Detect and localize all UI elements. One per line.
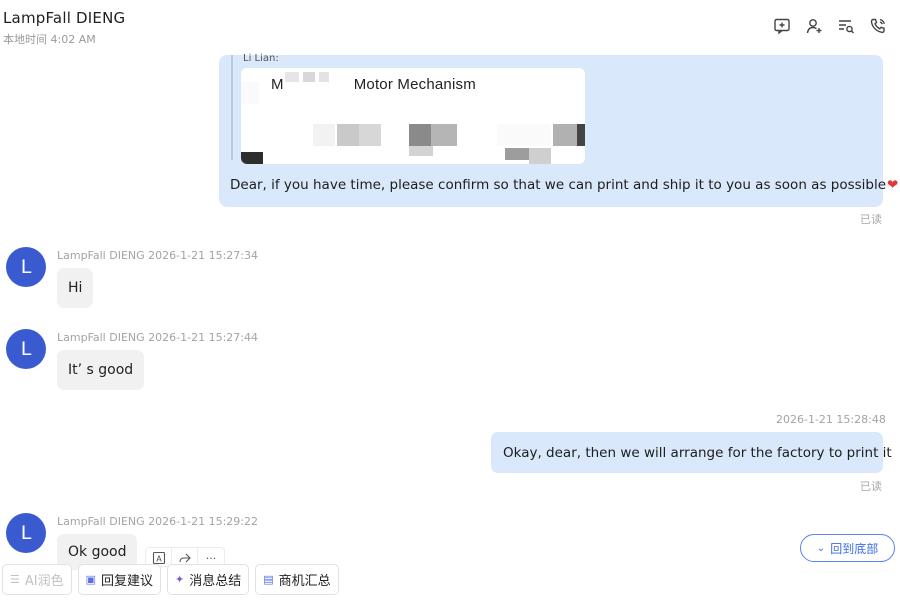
back-to-bottom-button[interactable]: ⌄ 回到底部 [800, 534, 895, 562]
quoted-image-card[interactable]: M Motor Mechanism [241, 68, 585, 164]
quoted-message-text: Dear, if you have time, please confirm s… [230, 177, 898, 193]
pixel-block [285, 72, 299, 82]
quoted-message-body: Dear, if you have time, please confirm s… [230, 177, 887, 193]
message-meta: LampFall DIENG 2026-1-21 15:27:44 [57, 331, 258, 344]
message-time: 2026-1-21 15:28:48 [776, 413, 886, 426]
ai-polish-button[interactable]: ☰ AI润色 [2, 564, 72, 595]
business-summary-button[interactable]: ▤ 商机汇总 [255, 564, 339, 595]
local-time: 本地时间 4:02 AM [3, 33, 96, 46]
message-summary-label: 消息总结 [189, 574, 242, 589]
quote-bar [231, 55, 233, 160]
reply-suggestion-button[interactable]: ▣ 回复建议 [77, 564, 162, 595]
back-to-bottom-label: 回到底部 [830, 541, 879, 556]
heart-emoji-icon: ❤ [887, 177, 899, 193]
pixel-block [505, 148, 529, 160]
new-message-icon[interactable] [772, 16, 792, 36]
sparkle-icon: ✦ [175, 573, 185, 586]
business-summary-label: 商机汇总 [278, 574, 331, 589]
avatar[interactable]: L [6, 329, 46, 369]
chevron-down-icon: ⌄ [816, 542, 826, 554]
sender-name: LampFall DIENG [57, 249, 145, 262]
message-time: 2026-1-21 15:29:22 [148, 515, 258, 528]
read-status: 已读 [860, 213, 882, 226]
message-summary-button[interactable]: ✦ 消息总结 [167, 564, 250, 595]
pixel-block [241, 82, 259, 104]
outgoing-message-bubble[interactable]: Okay, dear, then we will arrange for the… [491, 432, 892, 473]
title-prefix: M [271, 76, 284, 93]
chat-window: LampFall DIENG 本地时间 4:02 AM Li Lian: M Mo… [0, 0, 900, 600]
reply-suggest-icon: ▣ [85, 573, 97, 586]
avatar[interactable]: L [6, 513, 46, 553]
chat-header: LampFall DIENG 本地时间 4:02 AM [0, 0, 900, 52]
contact-name[interactable]: LampFall DIENG [3, 9, 125, 27]
header-actions [772, 16, 888, 36]
assistant-toolbar: ☰ AI润色 ▣ 回复建议 ✦ 消息总结 ▤ 商机汇总 [2, 564, 339, 596]
pixel-block [497, 124, 551, 146]
incoming-message-bubble[interactable]: Hi [57, 268, 94, 308]
pixel-block [431, 124, 457, 146]
pixel-block [313, 124, 335, 146]
message-time: 2026-1-21 15:27:34 [148, 249, 258, 262]
sender-name: LampFall DIENG [57, 515, 145, 528]
read-status: 已读 [860, 480, 882, 493]
pixel-block [553, 124, 577, 146]
avatar[interactable]: L [6, 247, 46, 287]
pixel-block [337, 124, 359, 146]
title-main: Motor Mechanism [353, 76, 476, 93]
lines-icon: ☰ [10, 573, 20, 586]
pixel-block [529, 148, 551, 164]
ai-polish-label: AI润色 [24, 574, 64, 589]
svg-text:A: A [156, 555, 162, 564]
quote-author: Li Lian: [243, 53, 279, 64]
incoming-message-bubble[interactable]: It’ s good [57, 350, 145, 390]
message-meta: LampFall DIENG 2026-1-21 15:29:22 [57, 515, 258, 528]
message-meta: LampFall DIENG 2026-1-21 15:27:34 [57, 249, 258, 262]
pixel-block [241, 152, 263, 164]
reply-suggestion-label: 回复建议 [101, 574, 154, 589]
quoted-message-bubble[interactable]: Li Lian: M Motor Mechanism Dear, if you h… [219, 53, 898, 207]
pixel-block [359, 124, 381, 146]
pixel-block [409, 146, 433, 156]
pixel-block [577, 124, 585, 146]
quoted-image-title: M Motor Mechanism [271, 76, 476, 93]
call-icon[interactable] [868, 16, 888, 36]
search-history-icon[interactable] [836, 16, 856, 36]
pixel-block [303, 72, 315, 82]
pixel-block [409, 124, 431, 146]
sender-name: LampFall DIENG [57, 331, 145, 344]
add-contact-icon[interactable] [804, 16, 824, 36]
pixel-block [319, 72, 329, 82]
document-icon: ▤ [263, 573, 274, 586]
message-time: 2026-1-21 15:27:44 [148, 331, 258, 344]
